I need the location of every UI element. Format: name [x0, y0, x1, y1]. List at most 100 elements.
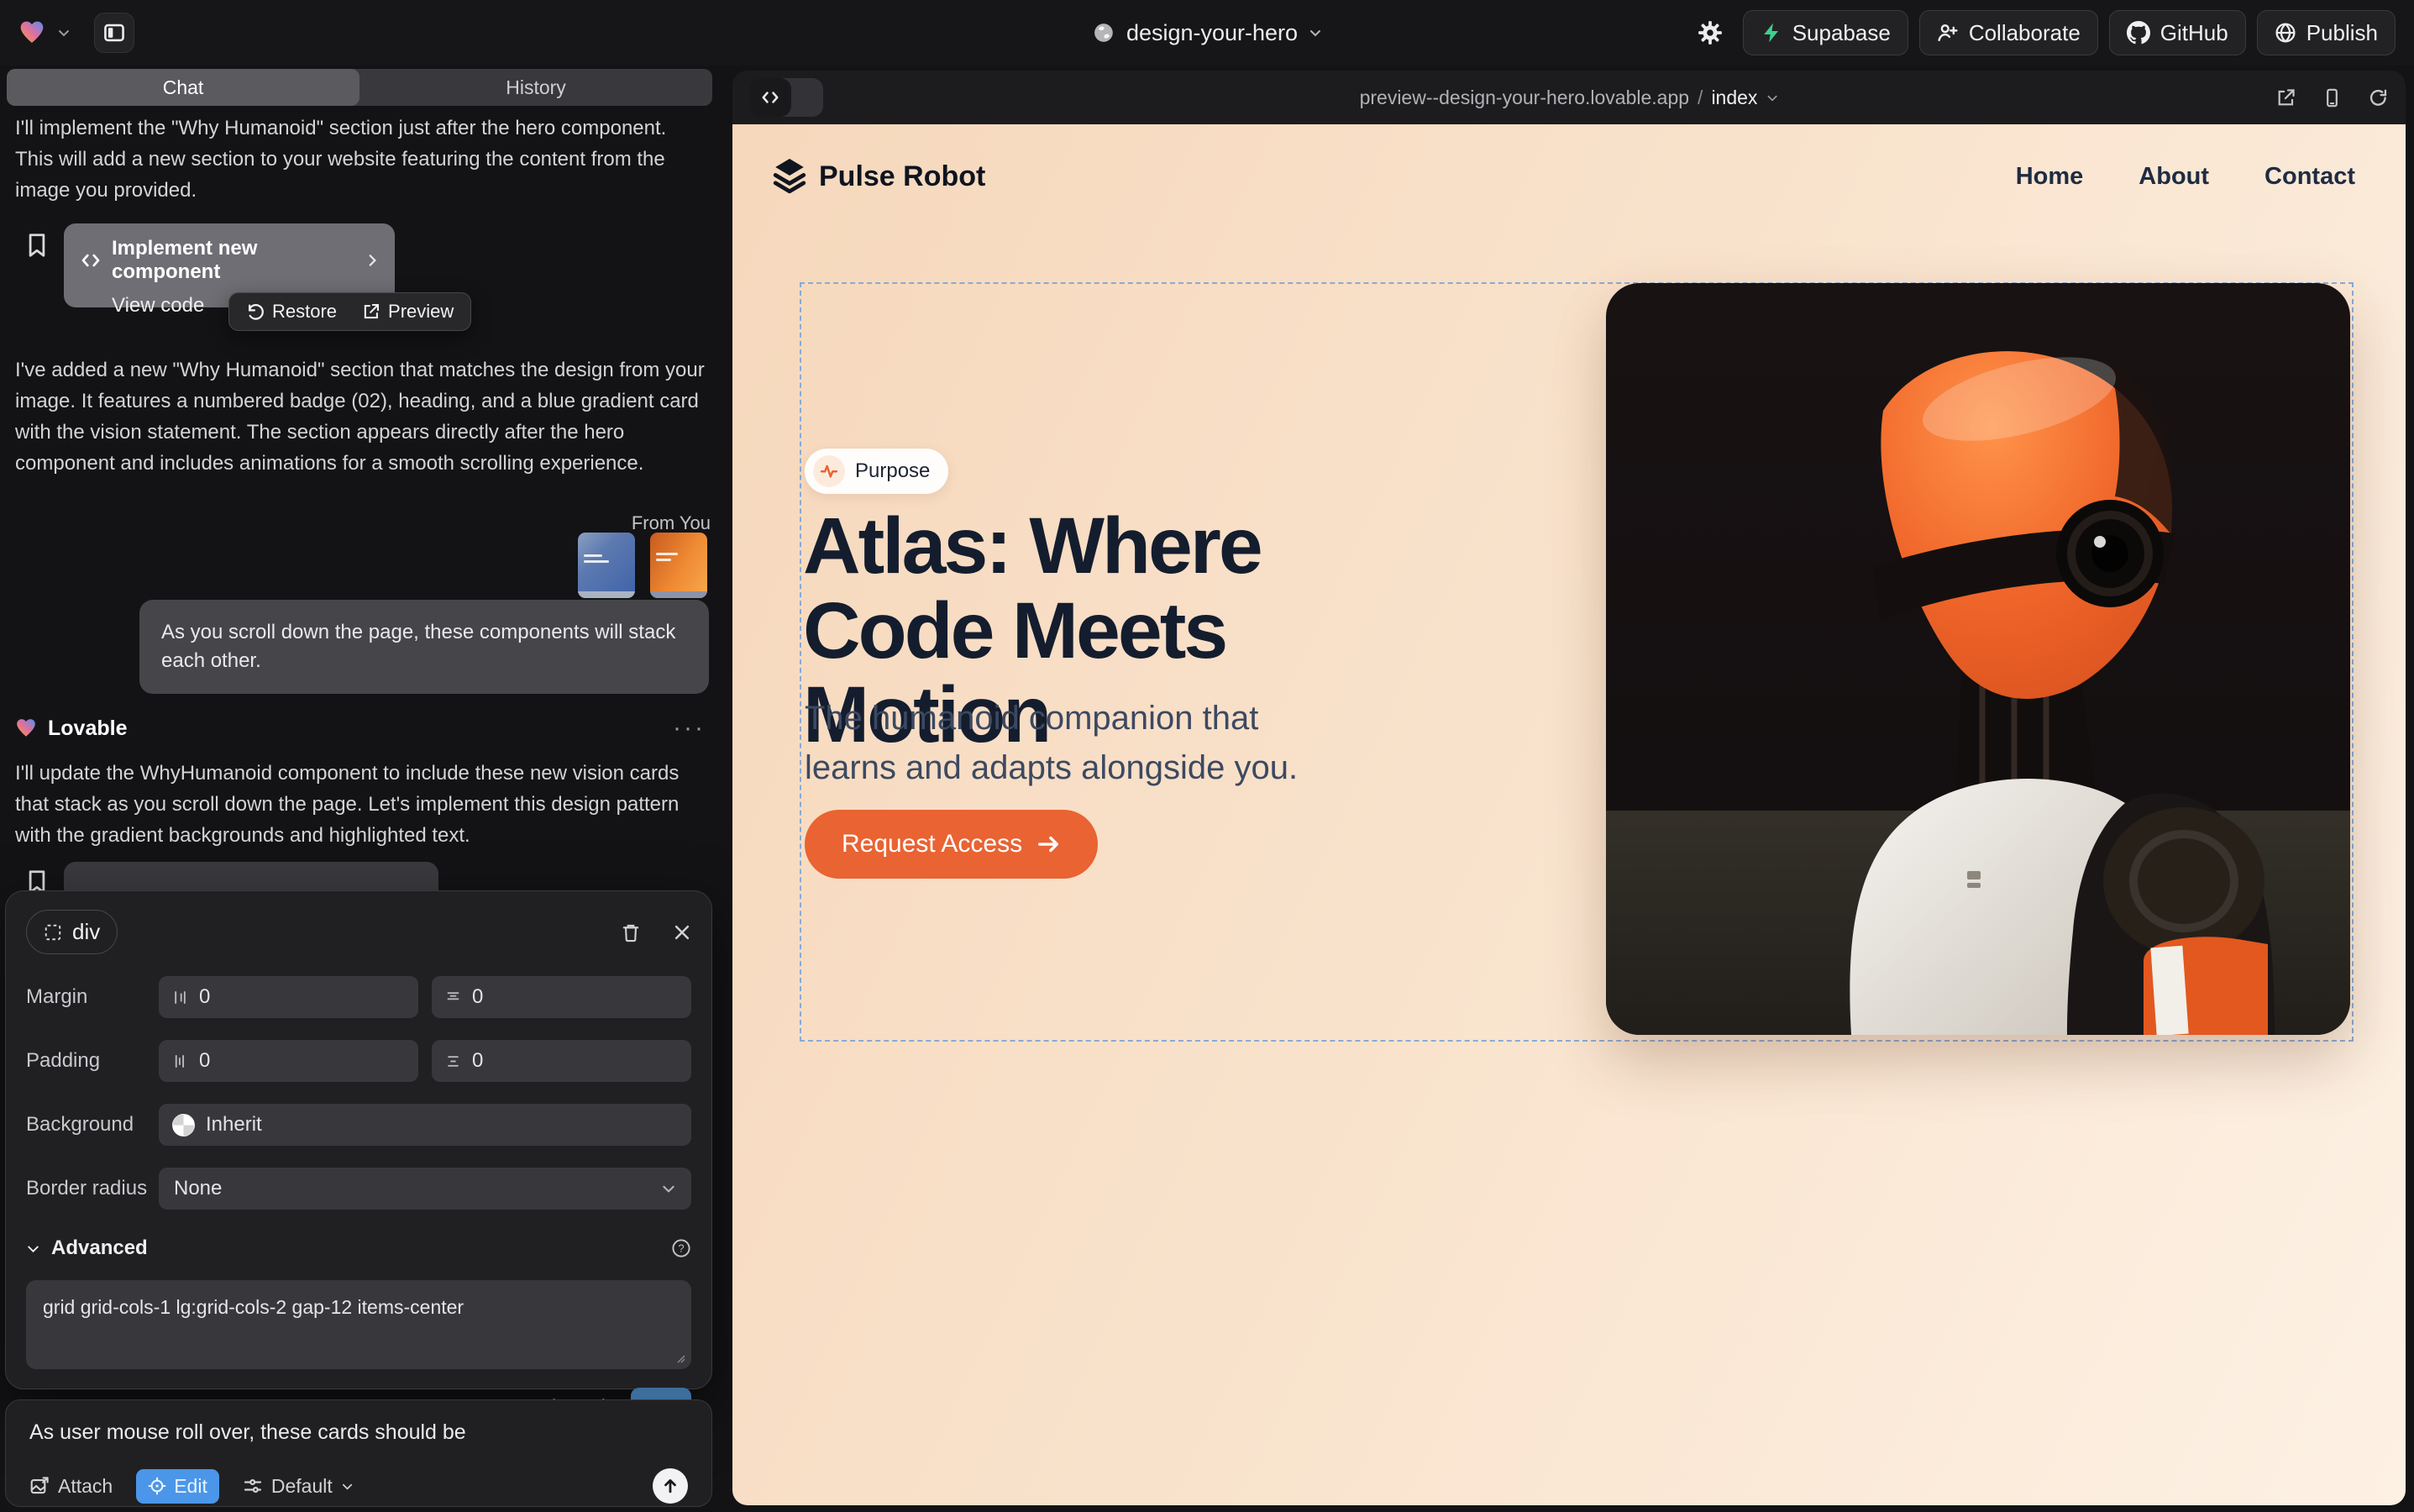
restore-button[interactable]: Restore: [246, 301, 337, 323]
target-icon: [148, 1477, 166, 1495]
resize-handle[interactable]: [674, 1352, 686, 1364]
preview-toolbar: preview--design-your-hero.lovable.app / …: [732, 71, 2406, 124]
preview-label: Preview: [388, 301, 454, 323]
publish-label: Publish: [2306, 20, 2378, 46]
tab-history[interactable]: History: [359, 69, 712, 106]
assistant-header: Lovable ···: [15, 714, 706, 743]
preview-button[interactable]: Preview: [362, 301, 454, 323]
hero-subtext: The humanoid companion that learns and a…: [805, 694, 1359, 793]
site-viewport: Pulse Robot Home About Contact Purpose A…: [732, 124, 2406, 1505]
padding-y-value: 0: [472, 1049, 483, 1073]
message-menu-button[interactable]: ···: [673, 714, 706, 743]
margin-horizontal-icon: [172, 990, 188, 1005]
margin-y-value: 0: [472, 985, 483, 1009]
tailwind-classes-textarea[interactable]: grid grid-cols-1 lg:grid-cols-2 gap-12 i…: [26, 1280, 691, 1369]
margin-x-value: 0: [199, 985, 210, 1009]
restore-label: Restore: [272, 301, 337, 323]
user-message-bubble: As you scroll down the page, these compo…: [139, 600, 709, 694]
chat-composer[interactable]: As user mouse roll over, these cards sho…: [5, 1399, 712, 1507]
delete-element-icon[interactable]: [621, 922, 641, 942]
model-selector[interactable]: Default: [243, 1475, 354, 1498]
path-separator: /: [1698, 87, 1703, 109]
publish-button[interactable]: Publish: [2257, 10, 2396, 55]
tab-chat[interactable]: Chat: [7, 69, 359, 106]
margin-x-input[interactable]: 0: [159, 976, 418, 1018]
advanced-chevron-icon[interactable]: [26, 1242, 40, 1256]
preview-panel: preview--design-your-hero.lovable.app / …: [732, 71, 2406, 1505]
attachment-thumbnail-blue[interactable]: [578, 533, 635, 598]
margin-y-input[interactable]: 0: [432, 976, 691, 1018]
request-access-button[interactable]: Request Access: [805, 810, 1098, 879]
workspace-chevron-icon[interactable]: [57, 26, 71, 39]
margin-vertical-icon: [445, 990, 461, 1005]
mobile-view-icon[interactable]: [2322, 87, 2343, 108]
arrow-right-icon: [1036, 832, 1061, 857]
site-logo[interactable]: Pulse Robot: [773, 158, 985, 195]
component-card-title: Implement new component: [112, 237, 354, 284]
supabase-button[interactable]: Supabase: [1743, 10, 1908, 55]
advanced-label[interactable]: Advanced: [51, 1236, 148, 1260]
help-icon[interactable]: ?: [671, 1238, 691, 1258]
margin-label: Margin: [26, 985, 159, 1009]
selected-element-tag: div: [72, 919, 100, 945]
classes-value: grid grid-cols-1 lg:grid-cols-2 gap-12 i…: [43, 1296, 464, 1318]
sidebar-tabs: Chat History: [7, 69, 712, 106]
chat-sidebar: Chat History I'll implement the "Why Hum…: [0, 66, 721, 1512]
background-value: Inherit: [206, 1113, 262, 1137]
code-preview-toggle[interactable]: [749, 78, 823, 117]
nav-home[interactable]: Home: [2016, 163, 2084, 191]
assistant-message: I've added a new "Why Humanoid" section …: [15, 354, 709, 479]
chevron-down-icon: [661, 1181, 676, 1196]
github-icon: [2127, 21, 2150, 45]
padding-x-input[interactable]: 0: [159, 1040, 418, 1082]
composer-input[interactable]: As user mouse roll over, these cards sho…: [29, 1420, 688, 1445]
border-radius-label: Border radius: [26, 1177, 159, 1200]
close-panel-icon[interactable]: [673, 923, 691, 942]
purpose-badge: Purpose: [805, 449, 948, 494]
settings-button[interactable]: [1688, 11, 1732, 55]
attach-label: Attach: [58, 1475, 113, 1498]
padding-horizontal-icon: [172, 1053, 188, 1069]
preview-page: index: [1711, 87, 1757, 109]
sliders-icon: [243, 1476, 263, 1496]
collaborate-label: Collaborate: [1969, 20, 2081, 46]
project-name: design-your-hero: [1126, 20, 1298, 46]
attach-image-icon: [29, 1476, 50, 1496]
nav-contact[interactable]: Contact: [2264, 163, 2355, 191]
site-nav: Home About Contact: [2016, 163, 2355, 191]
page-chevron-icon: [1766, 92, 1778, 104]
attachment-thumbnail-orange[interactable]: [650, 533, 707, 598]
site-brand-name: Pulse Robot: [819, 160, 985, 193]
gear-icon: [1698, 20, 1723, 45]
selected-element-pill[interactable]: div: [26, 910, 118, 954]
refresh-icon[interactable]: [2368, 87, 2389, 108]
element-inspector-panel: div Margin 0: [5, 890, 712, 1389]
collaborate-button[interactable]: Collaborate: [1919, 10, 2098, 55]
github-button[interactable]: GitHub: [2109, 10, 2246, 55]
lovable-heart-logo-icon[interactable]: [18, 19, 45, 46]
publish-globe-icon: [2275, 22, 2296, 44]
edit-mode-pill[interactable]: Edit: [136, 1469, 219, 1504]
open-in-new-tab-icon[interactable]: [2275, 87, 2296, 108]
code-toggle-icon: [749, 78, 791, 117]
bookmark-icon[interactable]: [25, 232, 49, 259]
preview-host: preview--design-your-hero.lovable.app: [1360, 87, 1689, 109]
code-icon: [81, 250, 101, 270]
user-plus-icon: [1937, 22, 1959, 44]
send-button[interactable]: [653, 1468, 688, 1504]
attach-button[interactable]: Attach: [29, 1475, 113, 1498]
padding-y-input[interactable]: 0: [432, 1040, 691, 1082]
svg-text:?: ?: [678, 1242, 684, 1255]
project-switcher[interactable]: design-your-hero: [1092, 20, 1322, 46]
from-you-label: From You: [15, 512, 711, 534]
pulse-icon: [813, 455, 845, 487]
preview-url-bar[interactable]: preview--design-your-hero.lovable.app / …: [1360, 87, 1779, 109]
toggle-sidebar-button[interactable]: [94, 13, 134, 53]
background-input[interactable]: Inherit: [159, 1104, 691, 1146]
nav-about[interactable]: About: [2138, 163, 2209, 191]
lovable-heart-icon: [15, 717, 37, 739]
border-radius-select[interactable]: None: [159, 1168, 691, 1210]
padding-x-value: 0: [199, 1049, 210, 1073]
assistant-message: I'll implement the "Why Humanoid" sectio…: [15, 113, 690, 206]
site-header: Pulse Robot Home About Contact: [732, 124, 2406, 195]
